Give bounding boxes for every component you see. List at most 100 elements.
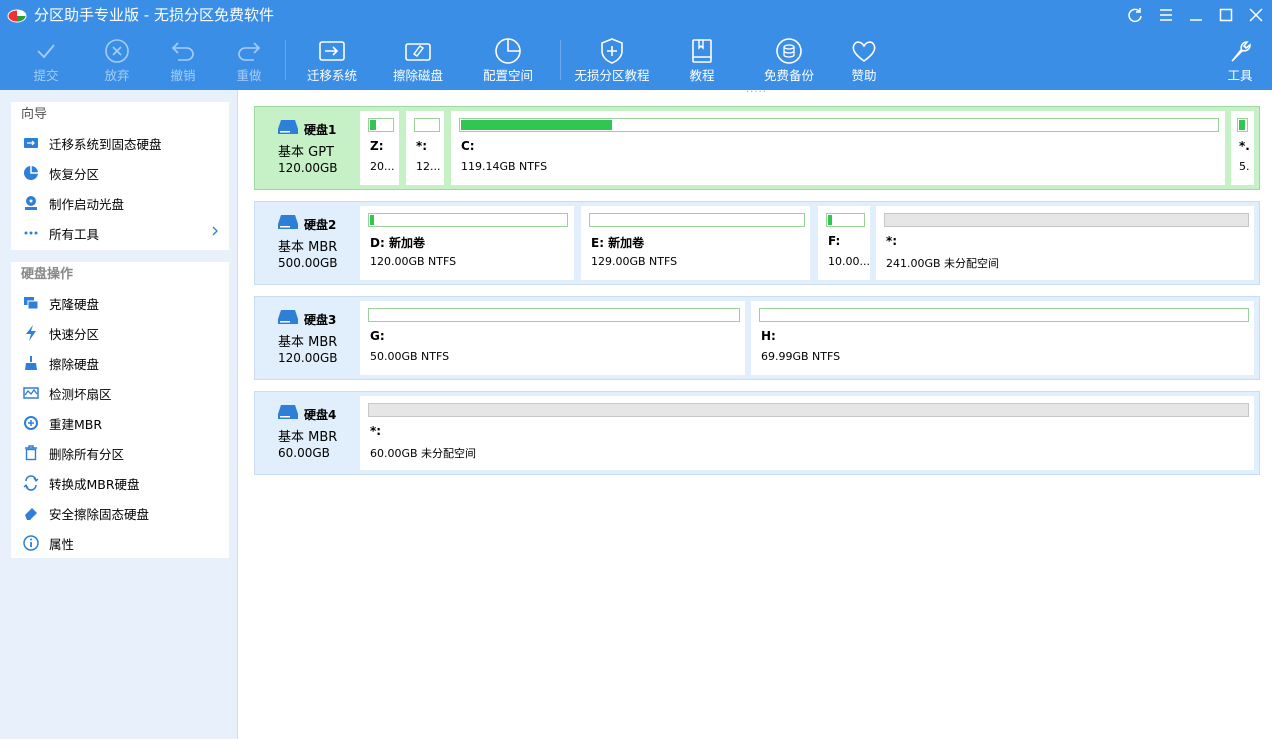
toolbar-separator [285,40,286,80]
toolbar: 提交 放弃 撤销 重做 迁移系统 擦除磁盘 配置空间 无损分区教程 教程 免费备… [0,30,1272,90]
sidebar-item-boot-disc[interactable]: 制作启动光盘 [11,188,229,218]
app-logo-icon [7,9,27,23]
sidebar-item-migrate-ssd[interactable]: 迁移系统到固态硬盘 [11,128,229,158]
sidebar-item-check-bad-sectors[interactable]: 检测坏扇区 [11,378,229,408]
wrench-icon [1231,41,1251,62]
menu-button[interactable] [1155,5,1177,25]
disk-map-area: ····· 硬盘1 基本 GPT 120.00GB Z: 20... *: 12… [238,87,1272,739]
sidebar-item-properties[interactable]: 属性 [11,528,229,558]
allocate-space-button[interactable]: 配置空间 [481,36,535,88]
partition-block[interactable]: *. 5. [1231,111,1254,185]
disk-info[interactable]: 硬盘4 基本 MBR 60.00GB [255,392,359,474]
more-dots-icon [23,225,39,241]
maximize-icon [1219,8,1233,22]
usage-bar [368,118,394,132]
usage-bar [414,118,440,132]
boot-disc-icon [23,195,39,211]
disk-row-4[interactable]: 硬盘4 基本 MBR 60.00GB *: 60.00GB 未分配空间 [254,391,1260,475]
redo-button[interactable]: 重做 [233,36,265,88]
partition-block[interactable]: C: 119.14GB NTFS [451,111,1225,185]
donate-button[interactable]: 赞助 [848,36,880,88]
disk-ops-title: 硬盘操作 [21,267,74,282]
title-bar: 分区助手专业版 - 无损分区免费软件 [0,0,1272,30]
undo-button[interactable]: 撤销 [167,36,199,88]
usage-bar [759,308,1249,322]
sidebar-item-all-tools[interactable]: 所有工具 [11,218,229,248]
partition-block[interactable]: G: 50.00GB NTFS [360,301,745,375]
partition-block[interactable]: Z: 20... [360,111,399,185]
free-backup-button[interactable]: 免费备份 [762,36,816,88]
wipe-disk-icon [405,43,431,61]
usage-bar [459,118,1219,132]
minimize-button[interactable] [1185,5,1207,25]
toolbar-separator [560,40,561,80]
hard-disk-icon [278,120,298,134]
wipe-disk-button[interactable]: 擦除磁盘 [391,36,445,88]
migrate-os-button[interactable]: 迁移系统 [305,36,359,88]
disk-row-3[interactable]: 硬盘3 基本 MBR 120.00GB G: 50.00GB NTFS H: 6… [254,296,1260,380]
check-icon [37,44,55,59]
top-bar: 分区助手专业版 - 无损分区免费软件 提交 放弃 撤销 重做 迁移系统 擦除磁盘… [0,0,1272,90]
partition-block[interactable]: F: 10.00... [818,206,870,280]
partition-block[interactable]: *: 241.00GB 未分配空间 [876,206,1254,280]
partition-block[interactable]: H: 69.99GB NTFS [751,301,1254,375]
clone-disk-icon [23,295,39,311]
sidebar-item-recover-partition[interactable]: 恢复分区 [11,158,229,188]
disk-row-2[interactable]: 硬盘2 基本 MBR 500.00GB D: 新加卷 120.00GB NTFS… [254,201,1260,285]
migrate-disk-icon [319,41,345,61]
usage-bar [368,308,740,322]
partition-block[interactable]: D: 新加卷 120.00GB NTFS [360,206,574,280]
commit-button[interactable]: 提交 [30,36,62,88]
rebuild-mbr-icon [23,415,39,431]
usage-bar [826,213,865,227]
tools-button[interactable]: 工具 [1224,36,1256,88]
discard-button[interactable]: 放弃 [101,36,133,88]
convert-icon [23,475,39,491]
tutorial-button[interactable]: 教程 [686,36,718,88]
chevron-right-icon [211,225,219,240]
refresh-icon [1128,8,1142,23]
sidebar-item-convert-mbr[interactable]: 转换成MBR硬盘 [11,468,229,498]
sidebar-item-delete-all-partitions[interactable]: 删除所有分区 [11,438,229,468]
undo-icon [171,42,194,61]
wizard-title: 向导 [21,107,48,122]
partition-block[interactable]: *: 12... [406,111,444,185]
bad-sector-icon [23,385,39,401]
minimize-icon [1190,19,1202,21]
disk-row-1[interactable]: 硬盘1 基本 GPT 120.00GB Z: 20... *: 12... C:… [254,106,1260,190]
maximize-button[interactable] [1215,5,1237,25]
sidebar-item-wipe-disk[interactable]: 擦除硬盘 [11,348,229,378]
menu-icon [1160,9,1172,21]
usage-bar [589,213,805,227]
disk-info[interactable]: 硬盘1 基本 GPT 120.00GB [255,107,359,189]
close-icon [1249,8,1263,22]
sidebar-item-quick-partition[interactable]: 快速分区 [11,318,229,348]
recover-partition-icon [23,165,39,181]
splitter-grip[interactable]: ····· [746,87,767,98]
sidebar-item-rebuild-mbr[interactable]: 重建MBR [11,408,229,438]
usage-bar [884,213,1249,227]
trash-icon [23,445,39,461]
pie-chart-icon [495,38,521,64]
hard-disk-icon [278,310,298,324]
close-button[interactable] [1245,5,1267,25]
disk-ops-panel: 硬盘操作 克隆硬盘 快速分区 擦除硬盘 检测坏扇区 重建MBR 删除所有分区 转… [11,262,229,558]
shield-icon [601,38,623,64]
disk-info[interactable]: 硬盘3 基本 MBR 120.00GB [255,297,359,379]
sidebar: 向导 迁移系统到固态硬盘 恢复分区 制作启动光盘 所有工具 硬盘操作 克隆硬盘 … [0,90,238,739]
sidebar-item-clone-disk[interactable]: 克隆硬盘 [11,288,229,318]
broom-icon [23,355,39,371]
info-icon [23,535,39,551]
migrate-icon [23,135,39,151]
lossless-tutorial-button[interactable]: 无损分区教程 [574,36,650,88]
wizard-panel: 向导 迁移系统到固态硬盘 恢复分区 制作启动光盘 所有工具 [11,102,229,250]
partition-block[interactable]: E: 新加卷 129.00GB NTFS [581,206,810,280]
refresh-button[interactable] [1124,5,1146,25]
usage-bar [368,403,1249,417]
disk-info[interactable]: 硬盘2 基本 MBR 500.00GB [255,202,359,284]
eraser-icon [23,505,39,521]
redo-icon [238,42,261,61]
heart-icon [852,41,876,62]
sidebar-item-secure-erase-ssd[interactable]: 安全擦除固态硬盘 [11,498,229,528]
partition-block[interactable]: *: 60.00GB 未分配空间 [360,396,1254,470]
